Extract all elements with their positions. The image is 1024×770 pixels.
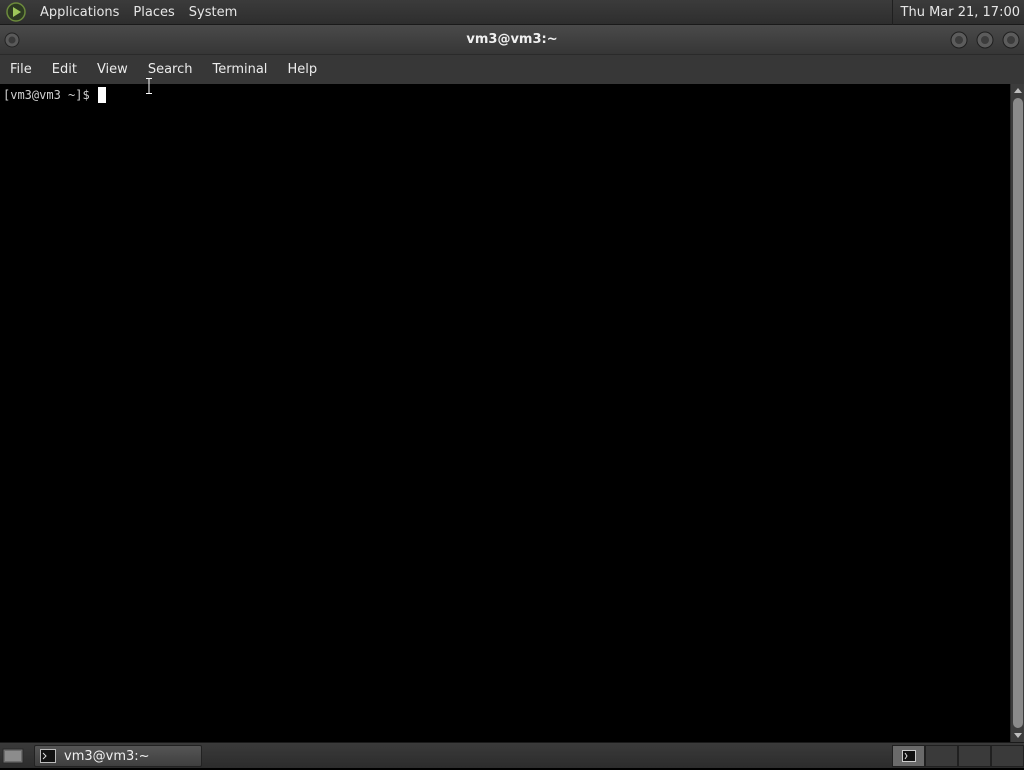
places-menu[interactable]: Places [126, 0, 181, 25]
vertical-scrollbar[interactable] [1010, 84, 1024, 742]
menu-terminal[interactable]: Terminal [202, 55, 277, 84]
workspace-1[interactable] [892, 745, 925, 767]
shell-prompt: [vm3@vm3 ~]$ [3, 88, 90, 102]
ibeam-cursor-icon [146, 78, 152, 94]
top-panel: Applications Places System Thu Mar 21, 1… [0, 0, 1024, 25]
bottom-panel: vm3@vm3:~ [0, 742, 1024, 768]
text-cursor [97, 87, 106, 103]
menu-file[interactable]: File [0, 55, 42, 84]
maximize-button[interactable] [976, 31, 994, 49]
scroll-down-arrow-icon[interactable] [1011, 730, 1024, 742]
applications-menu[interactable]: Applications [33, 0, 126, 25]
workspace-4[interactable] [991, 745, 1024, 767]
terminal-icon [901, 750, 916, 762]
terminal-area[interactable]: [vm3@vm3 ~]$ [0, 84, 1010, 742]
clock[interactable]: Thu Mar 21, 17:00 [891, 0, 1020, 25]
taskbar-item-terminal[interactable]: vm3@vm3:~ [34, 745, 202, 767]
menu-edit[interactable]: Edit [42, 55, 87, 84]
scroll-up-arrow-icon[interactable] [1011, 84, 1024, 96]
workspace-2[interactable] [925, 745, 958, 767]
window-titlebar[interactable]: vm3@vm3:~ [0, 25, 1024, 55]
system-menu[interactable]: System [182, 0, 244, 25]
prompt-line: [vm3@vm3 ~]$ [3, 87, 1010, 103]
menu-view[interactable]: View [87, 55, 138, 84]
taskbar-item-label: vm3@vm3:~ [64, 748, 150, 764]
terminal-icon [40, 749, 56, 763]
distro-logo-icon[interactable] [5, 1, 27, 23]
window-title: vm3@vm3:~ [466, 32, 558, 47]
scrollbar-thumb[interactable] [1013, 98, 1023, 728]
menu-help[interactable]: Help [277, 55, 327, 84]
workspace-switcher[interactable] [892, 745, 1024, 767]
show-desktop-icon[interactable] [2, 746, 24, 766]
close-button[interactable] [1002, 31, 1020, 49]
terminal-menubar: File Edit View Search Terminal Help [0, 55, 1024, 84]
minimize-button[interactable] [950, 31, 968, 49]
workspace-3[interactable] [958, 745, 991, 767]
